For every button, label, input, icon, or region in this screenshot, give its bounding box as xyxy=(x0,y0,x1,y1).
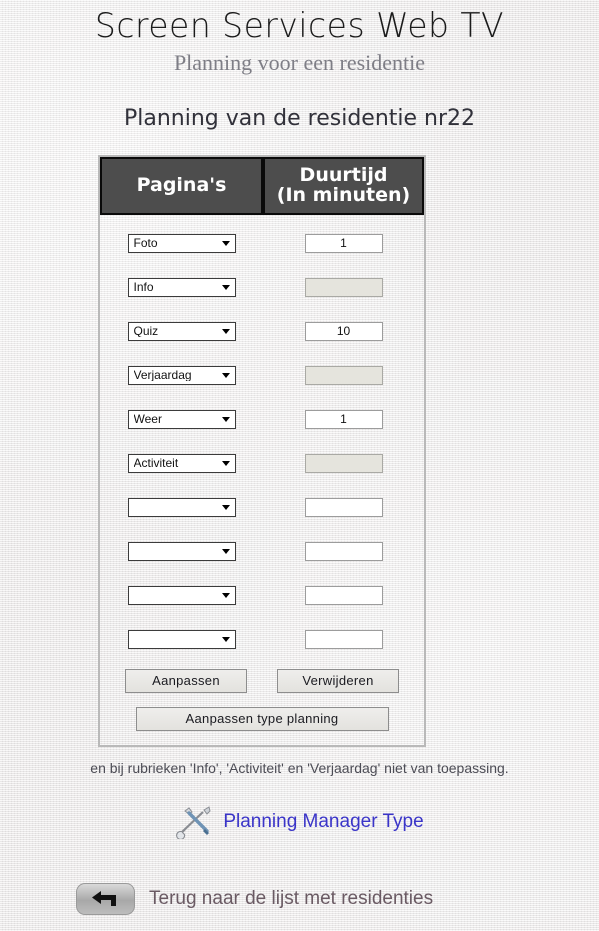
table-row xyxy=(100,573,424,617)
duration-cell xyxy=(263,541,424,561)
duration-input[interactable] xyxy=(304,497,383,517)
chevron-down-icon xyxy=(221,372,230,378)
page-cell: Quiz xyxy=(100,321,263,341)
page-select[interactable]: Quiz xyxy=(127,321,236,341)
table-row: Info xyxy=(100,265,424,309)
duration-input[interactable]: 1 xyxy=(304,409,383,429)
page-select[interactable] xyxy=(127,497,236,517)
duration-cell xyxy=(263,453,424,473)
table-row: Verjaardag xyxy=(100,353,424,397)
table-body: Foto 1 Info Quiz 10 Verjaardag Weer 1 Activiteit xyxy=(100,215,424,663)
tools-icon xyxy=(175,805,217,839)
duration-cell: 10 xyxy=(263,321,424,341)
planning-page: Screen Services Web TV Planning voor een… xyxy=(0,0,599,931)
page-cell: Weer xyxy=(100,409,263,429)
action-button-row: Aanpassen Verwijderen xyxy=(100,669,424,693)
chevron-down-icon xyxy=(221,548,230,554)
duration-input[interactable] xyxy=(304,629,383,649)
page-select[interactable]: Verjaardag xyxy=(127,365,236,385)
page-select[interactable] xyxy=(127,629,236,649)
type-button-row: Aanpassen type planning xyxy=(100,707,424,731)
site-title: Screen Services Web TV xyxy=(94,6,505,46)
page-select-label: Activiteit xyxy=(133,457,179,469)
planning-manager-type-label: Planning Manager Type xyxy=(223,811,424,832)
chevron-down-icon xyxy=(221,636,230,642)
page-cell: Activiteit xyxy=(100,453,263,473)
aanpassen-button[interactable]: Aanpassen xyxy=(125,669,247,693)
chevron-down-icon xyxy=(221,416,230,422)
duration-input[interactable]: 10 xyxy=(304,321,383,341)
page-select[interactable]: Info xyxy=(127,277,236,297)
page-cell xyxy=(100,629,263,649)
table-row xyxy=(100,617,424,661)
page-select[interactable] xyxy=(127,585,236,605)
table-row: Quiz 10 xyxy=(100,309,424,353)
duration-input[interactable] xyxy=(304,585,383,605)
page-title: Planning van de residentie nr22 xyxy=(123,106,476,131)
duration-input xyxy=(304,277,383,297)
back-to-list-link[interactable]: Terug naar de lijst met residenties xyxy=(76,883,433,915)
page-select[interactable] xyxy=(127,541,236,561)
footer-note: en bij rubrieken 'Info', 'Activiteit' en… xyxy=(90,760,509,776)
column-header-duration-line2: (In minuten) xyxy=(276,184,411,206)
site-subtitle: Planning voor een residentie xyxy=(173,50,426,75)
column-header-duration: Duurtijd (In minuten) xyxy=(263,157,424,215)
page-select-label: Weer xyxy=(133,413,162,425)
duration-input[interactable] xyxy=(304,541,383,561)
page-select-label: Verjaardag xyxy=(133,369,192,381)
page-cell: Info xyxy=(100,277,263,297)
duration-cell xyxy=(263,277,424,297)
chevron-down-icon xyxy=(221,240,230,246)
back-link-label: Terug naar de lijst met residenties xyxy=(149,888,434,909)
planning-manager-type-link[interactable]: Planning Manager Type xyxy=(0,805,599,839)
table-row: Weer 1 xyxy=(100,397,424,441)
duration-cell xyxy=(263,497,424,517)
column-header-duration-line1: Duurtijd xyxy=(299,164,388,187)
table-header-row: Pagina's Duurtijd (In minuten) xyxy=(100,157,424,215)
chevron-down-icon xyxy=(221,460,230,466)
column-header-pages: Pagina's xyxy=(100,157,263,215)
table-row: Activiteit xyxy=(100,441,424,485)
page-cell xyxy=(100,541,263,561)
aanpassen-type-planning-button[interactable]: Aanpassen type planning xyxy=(135,707,389,731)
duration-input xyxy=(304,453,383,473)
page-select[interactable]: Activiteit xyxy=(127,453,236,473)
page-select[interactable]: Foto xyxy=(127,233,236,253)
verwijderen-button[interactable]: Verwijderen xyxy=(277,669,399,693)
table-row: Foto 1 xyxy=(100,221,424,265)
planning-table: Pagina's Duurtijd (In minuten) Foto 1 Info… xyxy=(98,155,426,747)
page-cell xyxy=(100,497,263,517)
chevron-down-icon xyxy=(221,504,230,510)
page-cell: Verjaardag xyxy=(100,365,263,385)
page-cell: Foto xyxy=(100,233,263,253)
duration-input[interactable]: 1 xyxy=(304,233,383,253)
duration-cell xyxy=(263,629,424,649)
page-cell xyxy=(100,585,263,605)
back-button[interactable] xyxy=(76,883,135,915)
chevron-down-icon xyxy=(221,328,230,334)
duration-cell xyxy=(263,365,424,385)
page-select-label: Quiz xyxy=(133,325,159,337)
duration-input xyxy=(304,365,383,385)
duration-cell xyxy=(263,585,424,605)
duration-cell: 1 xyxy=(263,409,424,429)
page-select-label: Info xyxy=(133,281,154,293)
chevron-down-icon xyxy=(221,284,230,290)
table-row xyxy=(100,485,424,529)
duration-cell: 1 xyxy=(263,233,424,253)
page-select[interactable]: Weer xyxy=(127,409,236,429)
table-row xyxy=(100,529,424,573)
page-select-label: Foto xyxy=(133,237,158,249)
chevron-down-icon xyxy=(221,592,230,598)
